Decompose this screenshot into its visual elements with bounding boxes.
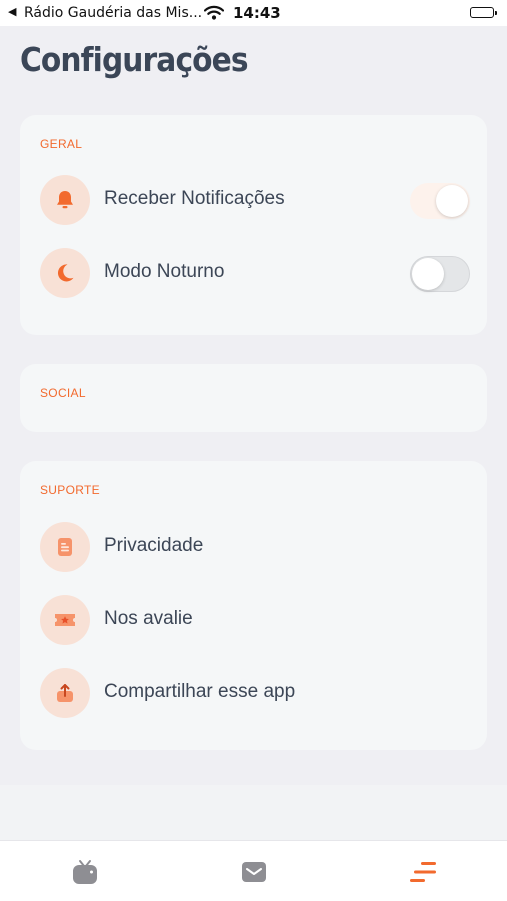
back-arrow-icon[interactable]: ◀ [8,5,16,18]
mail-icon[interactable] [239,857,269,887]
settings-card-geral: GERAL Receber Notificações Modo Noturno [20,115,487,335]
menu-icon[interactable] [408,857,438,887]
setting-label-rate: Nos avalie [104,608,193,629]
wifi-icon [203,5,225,24]
setting-label-share: Compartilhar esse app [104,681,296,702]
settings-card-social: SOCIAL [20,364,487,432]
section-label-suporte: SUPORTE [40,483,100,497]
setting-row-night-mode[interactable]: Modo Noturno [40,248,470,298]
back-app-label[interactable]: Rádio Gaudéria das Mis... [24,5,202,21]
setting-label-notifications: Receber Notificações [104,188,285,209]
content-bottom-area [0,785,507,840]
night-mode-toggle[interactable] [410,256,470,292]
tab-bar [0,840,507,901]
setting-row-share[interactable]: Compartilhar esse app [40,668,470,718]
battery-icon [470,7,497,18]
notifications-toggle[interactable] [410,183,470,219]
status-bar: ◀ Rádio Gaudéria das Mis... 14:43 [0,0,507,26]
settings-card-suporte: SUPORTE Privacidade Nos avalie Compartil… [20,461,487,750]
moon-icon [40,248,90,298]
section-label-social: SOCIAL [40,386,86,400]
star-ticket-icon [40,595,90,645]
tv-icon[interactable] [70,857,100,887]
setting-label-night-mode: Modo Noturno [104,261,225,282]
setting-row-privacy[interactable]: Privacidade [40,522,470,572]
section-label-geral: GERAL [40,137,83,151]
bell-icon [40,175,90,225]
setting-row-notifications[interactable]: Receber Notificações [40,175,470,225]
setting-row-rate[interactable]: Nos avalie [40,595,470,645]
setting-label-privacy: Privacidade [104,535,204,556]
page-title: Configurações [20,40,249,79]
share-icon [40,668,90,718]
clock: 14:43 [233,4,281,22]
document-icon [40,522,90,572]
